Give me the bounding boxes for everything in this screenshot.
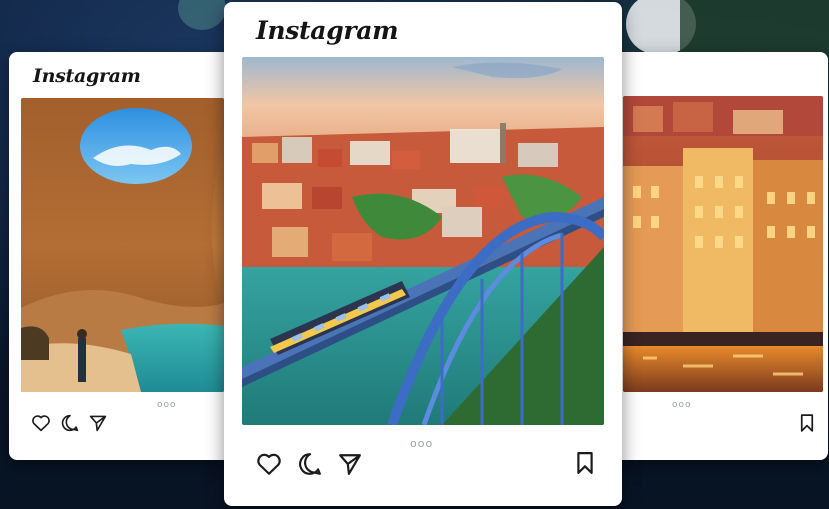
share-icon[interactable] — [338, 452, 362, 480]
instagram-post-card-left: Instagram ooo — [9, 52, 231, 460]
comment-icon[interactable] — [298, 452, 322, 480]
instagram-post-card-right: ooo — [600, 52, 828, 460]
share-icon[interactable] — [89, 414, 107, 436]
cave-photo-illustration — [21, 98, 224, 392]
bookmark-icon[interactable] — [800, 414, 814, 436]
comment-icon[interactable] — [61, 414, 79, 436]
riverside-photo-illustration — [623, 96, 823, 392]
background-blob — [178, 0, 226, 30]
heart-icon[interactable] — [256, 452, 282, 480]
more-dots-icon[interactable]: ooo — [672, 400, 692, 410]
more-dots-icon[interactable]: ooo — [410, 437, 433, 450]
post-photo-bridge[interactable] — [242, 57, 604, 425]
more-dots-icon[interactable]: ooo — [157, 400, 177, 410]
post-actions — [256, 452, 362, 480]
instagram-logo: Instagram — [256, 16, 399, 45]
background-blob — [680, 0, 829, 55]
bridge-photo-illustration — [242, 57, 604, 425]
post-photo-cave[interactable] — [21, 98, 224, 392]
bookmark-icon[interactable] — [576, 452, 594, 478]
post-actions — [31, 414, 107, 436]
instagram-logo: Instagram — [33, 65, 141, 87]
post-photo-riverside[interactable] — [623, 96, 823, 392]
heart-icon[interactable] — [31, 414, 51, 436]
instagram-post-card-center: Instagram ooo — [224, 2, 622, 506]
